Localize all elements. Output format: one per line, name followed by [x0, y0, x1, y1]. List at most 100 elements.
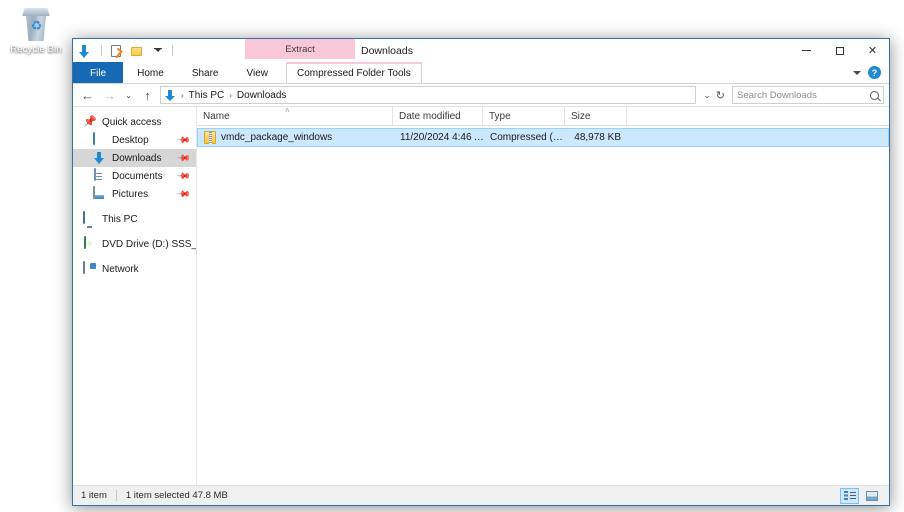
large-icons-view-button[interactable]	[862, 488, 881, 504]
sidebar-item-dvd-drive[interactable]: DVD Drive (D:) SSS_X6	[73, 235, 196, 253]
status-divider	[115, 490, 117, 501]
breadcrumb-separator-1: ›	[229, 90, 232, 100]
zip-file-icon	[204, 131, 216, 144]
file-name-label: vmdc_package_windows	[221, 132, 333, 143]
sidebar-item-quick-access[interactable]: 📌 Quick access	[73, 113, 196, 131]
sort-ascending-icon: ˄	[285, 106, 290, 115]
help-icon[interactable]: ?	[868, 66, 881, 79]
download-icon[interactable]	[79, 43, 95, 59]
window-controls: ✕	[790, 39, 889, 62]
search-box[interactable]	[732, 86, 884, 104]
desktop-icon-label: Recycle Bin	[10, 44, 62, 55]
view-mode-buttons	[840, 487, 881, 504]
tab-share[interactable]: Share	[178, 62, 233, 83]
network-icon	[83, 261, 97, 276]
window-title: Downloads	[361, 44, 413, 57]
sidebar-item-downloads[interactable]: Downloads 📌	[73, 149, 196, 167]
address-dropdown-icon[interactable]: ⌄	[703, 90, 711, 101]
pinned-icon-pictures: 📌	[176, 186, 192, 202]
pinned-icon-documents: 📌	[176, 168, 192, 184]
sidebar-label-pictures: Pictures	[112, 188, 149, 200]
title-bar[interactable]: Extract Downloads ✕	[73, 39, 889, 62]
column-header-type[interactable]: Type	[483, 107, 565, 125]
sidebar-label-this-pc: This PC	[102, 213, 138, 225]
status-bar: 1 item 1 item selected 47.8 MB	[73, 485, 889, 505]
pin-icon: 📌	[83, 116, 97, 128]
contextual-tab-header: Extract	[245, 39, 355, 59]
desktop-icon	[93, 132, 107, 147]
sidebar-label-network: Network	[102, 263, 139, 275]
cell-date-modified: 11/20/2024 4:46 AM	[400, 132, 484, 143]
status-item-count: 1 item	[81, 490, 107, 501]
pinned-icon-downloads: 📌	[176, 150, 192, 166]
properties-icon[interactable]	[108, 43, 124, 59]
breadcrumb-download-icon	[164, 89, 177, 102]
recycle-bin-icon: ♻	[19, 6, 53, 42]
maximize-button[interactable]	[823, 39, 856, 62]
breadcrumb-item-downloads[interactable]: Downloads	[236, 90, 287, 101]
sidebar-label-downloads: Downloads	[112, 152, 162, 164]
tab-file[interactable]: File	[73, 62, 124, 83]
cell-name: vmdc_package_windows	[198, 131, 394, 144]
column-header-size[interactable]: Size	[565, 107, 627, 125]
ribbon-tab-bar: File Home Share View Compressed Folder T…	[73, 62, 889, 84]
toolbar-divider	[101, 45, 102, 56]
toolbar-divider-2	[172, 45, 173, 56]
ribbon-right-controls: ?	[853, 62, 889, 83]
back-button[interactable]: ←	[78, 86, 97, 105]
details-view-button[interactable]	[840, 487, 859, 504]
forward-button[interactable]: →	[100, 86, 119, 105]
sidebar-item-network[interactable]: Network	[73, 260, 196, 278]
new-folder-icon[interactable]	[129, 43, 145, 59]
this-pc-icon	[83, 211, 97, 226]
status-selection-info: 1 item selected 47.8 MB	[125, 490, 228, 501]
column-label-size: Size	[571, 110, 591, 122]
navigation-pane: 📌 Quick access Desktop 📌 Downloads 📌 Doc…	[73, 107, 197, 485]
quick-access-toolbar	[73, 39, 174, 62]
sidebar-label-quick-access: Quick access	[102, 116, 162, 128]
recent-locations-button[interactable]: ⌄	[122, 86, 135, 105]
cell-size: 48,978 KB	[574, 132, 621, 143]
sidebar-label-documents: Documents	[112, 170, 163, 182]
tab-compressed-folder-tools[interactable]: Compressed Folder Tools	[286, 62, 422, 83]
documents-icon	[93, 168, 107, 183]
column-headers: Name ˄ Date modified Type Size	[197, 106, 889, 126]
sidebar-item-this-pc[interactable]: This PC	[73, 210, 196, 228]
address-bar: ← → ⌄ ↑ › This PC › Downloads ⌄ ↻	[73, 84, 889, 106]
desktop-icon-recycle-bin[interactable]: ♻ Recycle Bin	[4, 6, 68, 55]
search-icon[interactable]	[870, 90, 879, 100]
download-icon	[93, 151, 107, 165]
tab-view[interactable]: View	[233, 62, 283, 83]
file-rows: vmdc_package_windows 11/20/2024 4:46 AM …	[197, 126, 889, 485]
address-bar-tools: ⌄ ↻	[699, 89, 729, 102]
pinned-icon-desktop: 📌	[176, 132, 192, 148]
cell-type: Compressed (zipp...	[490, 132, 566, 143]
file-explorer-window: Extract Downloads ✕ File Home Share View…	[72, 38, 890, 506]
window-body: 📌 Quick access Desktop 📌 Downloads 📌 Doc…	[73, 106, 889, 485]
sidebar-label-dvd-drive: DVD Drive (D:) SSS_X6	[102, 238, 196, 250]
chevron-down-icon[interactable]	[853, 70, 861, 75]
sidebar-item-pictures[interactable]: Pictures 📌	[73, 185, 196, 203]
tab-home[interactable]: Home	[123, 62, 178, 83]
customize-chevron-icon[interactable]	[150, 43, 166, 59]
sidebar-item-desktop[interactable]: Desktop 📌	[73, 131, 196, 149]
column-header-date-modified[interactable]: Date modified	[393, 107, 483, 125]
table-row[interactable]: vmdc_package_windows 11/20/2024 4:46 AM …	[197, 128, 889, 147]
breadcrumb[interactable]: › This PC › Downloads	[160, 86, 697, 104]
pictures-icon	[93, 186, 107, 201]
search-input[interactable]	[737, 89, 870, 101]
sidebar-item-documents[interactable]: Documents 📌	[73, 167, 196, 185]
up-button[interactable]: ↑	[138, 86, 157, 105]
file-list-pane: Name ˄ Date modified Type Size vmdc_pack…	[197, 106, 889, 485]
column-header-name[interactable]: Name ˄	[197, 106, 393, 125]
dvd-drive-icon	[83, 236, 97, 251]
close-button[interactable]: ✕	[856, 39, 889, 62]
sidebar-label-desktop: Desktop	[112, 134, 149, 146]
breadcrumb-separator-0: ›	[181, 90, 184, 100]
refresh-icon[interactable]: ↻	[716, 89, 725, 102]
minimize-button[interactable]	[790, 39, 823, 62]
breadcrumb-item-this-pc[interactable]: This PC	[188, 90, 226, 101]
